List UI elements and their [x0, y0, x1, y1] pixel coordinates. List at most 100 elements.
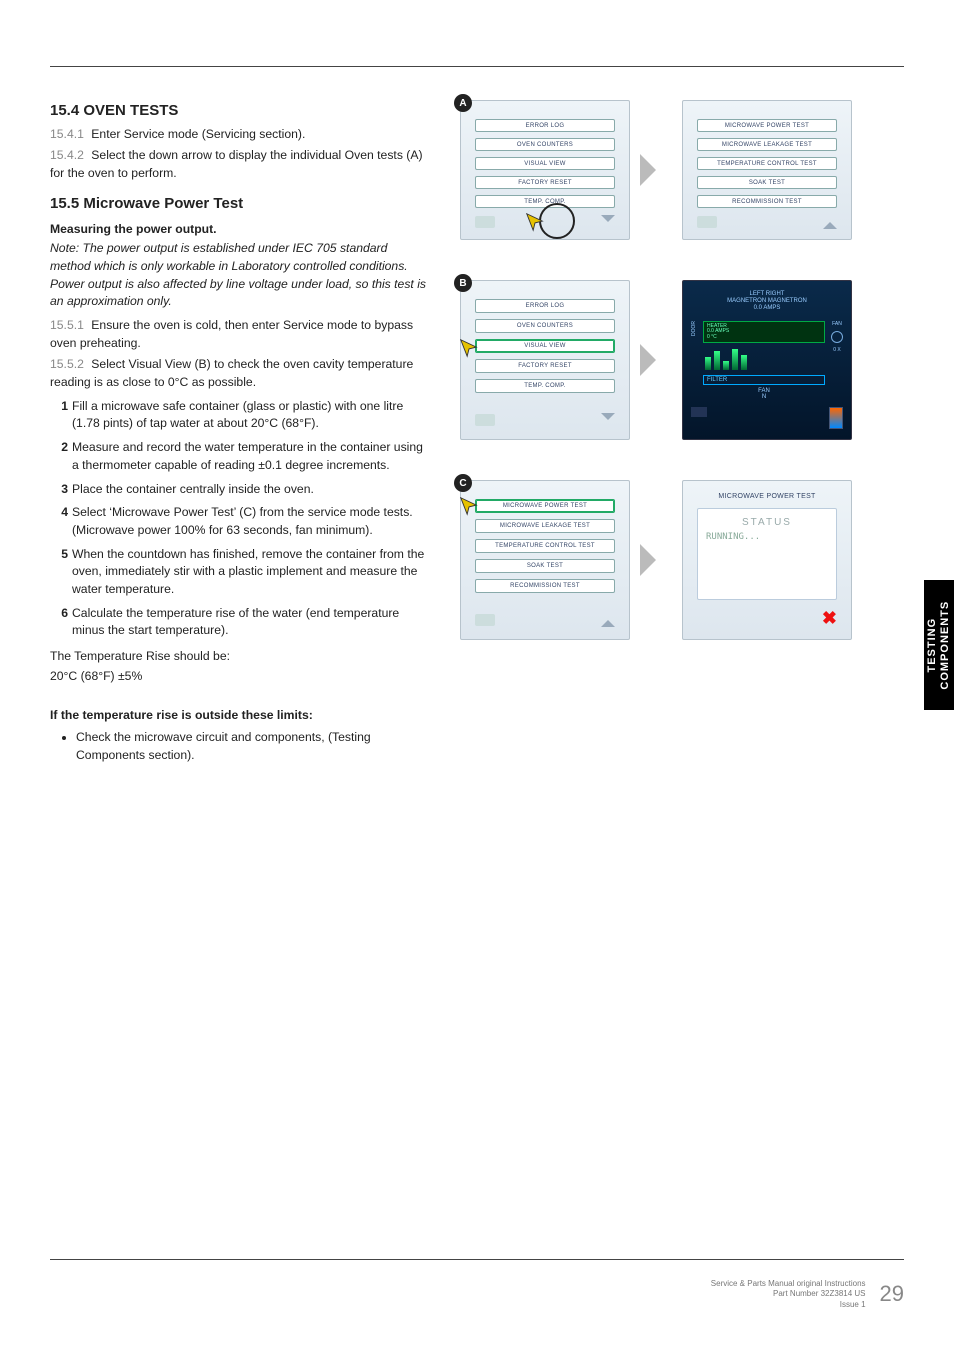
menu-visual-view[interactable]: VISUAL VIEW	[475, 157, 615, 170]
section-15-5-heading: 15.5 Microwave Power Test	[50, 193, 430, 215]
para-15-5-2: 15.5.2 Select Visual View (B) to check t…	[50, 356, 430, 391]
vv-door-scale: DOOR	[691, 321, 697, 400]
figure-b: B ERROR LOG OVEN COUNTERS VISUAL VIEW FA…	[460, 280, 904, 440]
back-icon[interactable]	[691, 407, 707, 417]
heading-text: OVEN TESTS	[83, 102, 178, 119]
cursor-pointer-icon	[455, 337, 483, 359]
measuring-output-label: Measuring the power output.	[50, 221, 430, 239]
step-text: Measure and record the water temperature…	[72, 440, 423, 472]
menu-temp-comp[interactable]: TEMP. COMP.	[475, 379, 615, 393]
step-item: 2Measure and record the water temperatur…	[72, 439, 430, 474]
menu-visual-view[interactable]: VISUAL VIEW	[475, 339, 615, 353]
arrow-down-icon[interactable]	[601, 215, 615, 229]
temp-rise-value: 20°C (68°F) ±5%	[50, 668, 430, 686]
vv-fan-value: N	[762, 394, 766, 400]
menu-soak-test[interactable]: SOAK TEST	[475, 559, 615, 573]
step-text: Fill a microwave safe container (glass o…	[72, 399, 403, 431]
status-label: STATUS	[706, 517, 828, 528]
screen-title: MICROWAVE POWER TEST	[697, 493, 837, 500]
fan-icon	[831, 331, 843, 343]
menu-factory-reset[interactable]: FACTORY RESET	[475, 359, 615, 373]
vv-door-label: DOOR	[691, 321, 697, 336]
section-tab-label: TESTING COMPONENTS	[926, 601, 952, 690]
status-panel: STATUS RUNNING...	[697, 508, 837, 600]
vv-heater-box: HEATER 0.0 AMPS 0 °C	[703, 321, 825, 344]
back-icon[interactable]	[475, 414, 495, 426]
vv-side-fan-label: FAN	[832, 321, 842, 327]
menu-factory-reset[interactable]: FACTORY RESET	[475, 176, 615, 189]
gauge-icon	[829, 407, 843, 429]
figure-badge-a: A	[454, 94, 472, 112]
menu-recommission-test[interactable]: RECOMMISSION TEST	[475, 579, 615, 593]
menu-temp-comp[interactable]: TEMP. COMP.	[475, 195, 615, 208]
menu-error-log[interactable]: ERROR LOG	[475, 119, 615, 132]
figure-badge-b: B	[454, 274, 472, 292]
arrow-down-icon[interactable]	[601, 413, 615, 427]
step-item: 1Fill a microwave safe container (glass …	[72, 398, 430, 433]
outside-limits-list: Check the microwave circuit and componen…	[76, 729, 430, 764]
step-text: Place the container centrally inside the…	[72, 482, 314, 496]
menu-oven-counters[interactable]: OVEN COUNTERS	[475, 138, 615, 151]
menu-mw-power-test[interactable]: MICROWAVE POWER TEST	[475, 499, 615, 513]
temp-rise-label: The Temperature Rise should be:	[50, 648, 430, 666]
menu-mw-power-test[interactable]: MICROWAVE POWER TEST	[697, 119, 837, 132]
para-text: Enter Service mode (Servicing section).	[91, 127, 305, 141]
para-text: Ensure the oven is cold, then enter Serv…	[50, 318, 413, 350]
vv-right-panel: FAN 0 X	[831, 321, 843, 400]
power-output-note: Note: The power output is established un…	[50, 240, 430, 311]
menu-temp-control-test[interactable]: TEMPERATURE CONTROL TEST	[697, 157, 837, 170]
figure-badge-c: C	[454, 474, 472, 492]
menu-error-log[interactable]: ERROR LOG	[475, 299, 615, 313]
footer-line1: Service & Parts Manual original Instruct…	[711, 1279, 866, 1289]
menu-recommission-test[interactable]: RECOMMISSION TEST	[697, 195, 837, 208]
arrow-right-icon	[640, 344, 672, 376]
figure-c: C MICROWAVE POWER TEST MICROWAVE LEAKAGE…	[460, 480, 904, 640]
vv-filter-box: FILTER	[703, 375, 825, 385]
menu-mw-leakage-test[interactable]: MICROWAVE LEAKAGE TEST	[475, 519, 615, 533]
arrow-up-icon[interactable]	[601, 613, 615, 627]
back-icon[interactable]	[475, 216, 495, 228]
oven-tests-screen: MICROWAVE POWER TEST MICROWAVE LEAKAGE T…	[682, 100, 852, 240]
para-num: 15.5.2	[50, 357, 84, 371]
vv-bars	[703, 346, 825, 372]
visual-view-screen: LEFT RIGHT MAGNETRON MAGNETRON 0.0 AMPS …	[682, 280, 852, 440]
section-tab: TESTING COMPONENTS	[924, 580, 954, 710]
vv-ax-label: 0 X	[833, 347, 841, 353]
heading-num: 15.5	[50, 195, 79, 212]
cursor-pointer-icon	[521, 211, 549, 233]
arrow-right-icon	[640, 544, 672, 576]
heading-num: 15.4	[50, 102, 79, 119]
arrow-right-icon	[640, 154, 672, 186]
menu-temp-control-test[interactable]: TEMPERATURE CONTROL TEST	[475, 539, 615, 553]
list-item: Check the microwave circuit and componen…	[76, 729, 430, 764]
procedure-steps-list: 1Fill a microwave safe container (glass …	[50, 398, 430, 640]
page-footer: Service & Parts Manual original Instruct…	[711, 1279, 904, 1310]
vv-magnetron-label: MAGNETRON MAGNETRON	[691, 298, 843, 305]
footer-line3: Issue 1	[711, 1300, 866, 1310]
menu-soak-test[interactable]: SOAK TEST	[697, 176, 837, 189]
close-icon[interactable]: ✖	[822, 608, 837, 629]
mw-power-test-running-screen: MICROWAVE POWER TEST STATUS RUNNING... ✖	[682, 480, 852, 640]
step-item: 5When the countdown has finished, remove…	[72, 546, 430, 599]
step-item: 4Select ‘Microwave Power Test’ (C) from …	[72, 504, 430, 539]
arrow-up-icon[interactable]	[823, 215, 837, 229]
service-menu-screen: ERROR LOG OVEN COUNTERS VISUAL VIEW FACT…	[460, 280, 630, 440]
vv-left-right-label: LEFT RIGHT	[691, 291, 843, 298]
step-text: Select ‘Microwave Power Test’ (C) from t…	[72, 505, 413, 537]
back-icon[interactable]	[697, 216, 717, 228]
menu-mw-leakage-test[interactable]: MICROWAVE LEAKAGE TEST	[697, 138, 837, 151]
menu-oven-counters[interactable]: OVEN COUNTERS	[475, 319, 615, 333]
outside-limits-heading: If the temperature rise is outside these…	[50, 707, 430, 725]
para-15-4-1: 15.4.1 Enter Service mode (Servicing sec…	[50, 126, 430, 144]
back-icon[interactable]	[475, 614, 495, 626]
para-15-5-1: 15.5.1 Ensure the oven is cold, then ent…	[50, 317, 430, 352]
vv-heater-temp: 0 °C	[707, 335, 821, 341]
step-item: 6Calculate the temperature rise of the w…	[72, 605, 430, 640]
vv-header: LEFT RIGHT MAGNETRON MAGNETRON 0.0 AMPS	[691, 291, 843, 313]
step-text: When the countdown has finished, remove …	[72, 547, 424, 596]
para-text: Select the down arrow to display the ind…	[50, 148, 423, 180]
heading-text: Microwave Power Test	[83, 195, 243, 212]
oven-tests-screen: MICROWAVE POWER TEST MICROWAVE LEAKAGE T…	[460, 480, 630, 640]
step-item: 3Place the container centrally inside th…	[72, 481, 430, 499]
service-menu-screen: ERROR LOG OVEN COUNTERS VISUAL VIEW FACT…	[460, 100, 630, 240]
